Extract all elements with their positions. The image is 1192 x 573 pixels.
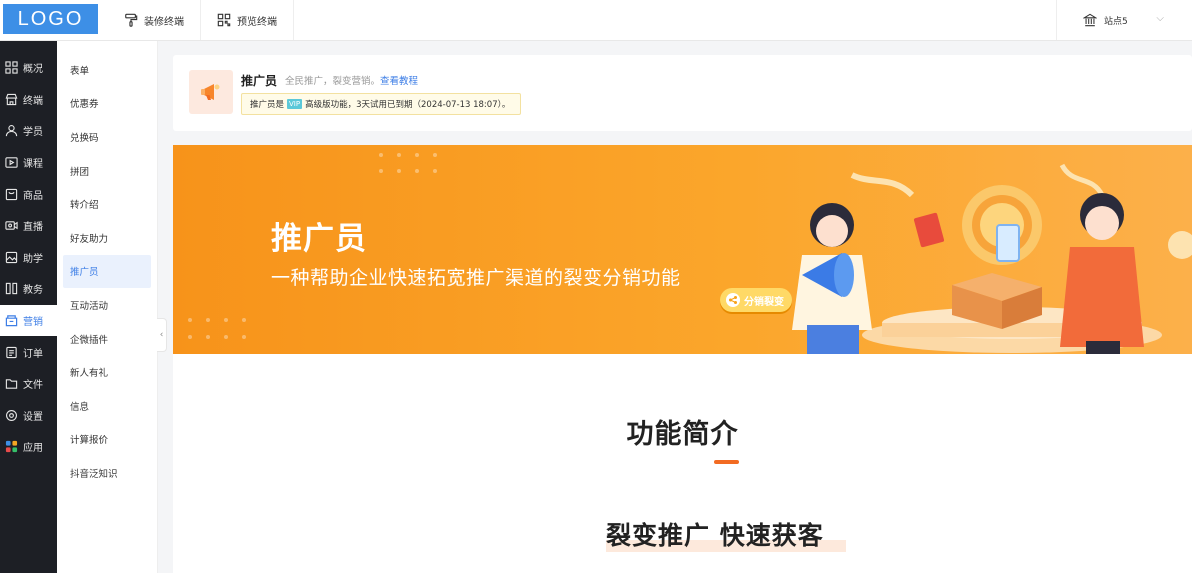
- subnav-item-form[interactable]: 表单: [57, 53, 157, 87]
- trial-expired-notice: 推广员是 VIP 高级版功能，3天试用已到期（2024-07-13 18:07）…: [241, 93, 522, 115]
- section-title-underline: [714, 460, 739, 464]
- bag-icon: [5, 188, 18, 200]
- vip-badge: VIP: [287, 99, 303, 109]
- notice-suffix: 高级版功能，3天试用已到期（2024-07-13 18:07）。: [305, 100, 511, 110]
- promoter-info-card: 推广员 全民推广，裂变营销。查看教程 推广员是 VIP 高级版功能，3天试用已到…: [173, 55, 1192, 131]
- notice-prefix: 推广员是: [250, 100, 285, 110]
- promotion-illustration: [792, 163, 1192, 354]
- site-name: 站点5: [1104, 16, 1128, 27]
- bank-icon: [1083, 13, 1097, 27]
- site-selector[interactable]: 站点5 ⌵: [1056, 0, 1192, 40]
- play-icon: [5, 157, 18, 168]
- subtitle-text: 全民推广，裂变营销。: [285, 76, 381, 87]
- sidebar-item-apps[interactable]: 应用: [0, 431, 57, 463]
- gear-icon: [6, 409, 17, 421]
- megaphone-icon: [201, 84, 220, 100]
- sidebar-item-label: 设置: [23, 411, 43, 423]
- chevron-down-icon: ⌵: [1156, 13, 1164, 24]
- sidebar-item-overview[interactable]: 概况: [0, 52, 57, 84]
- tab-decorate-terminal[interactable]: 装修终端: [108, 0, 201, 40]
- tab-label: 装修终端: [144, 16, 184, 28]
- sidebar-item-label: 助学: [23, 253, 43, 265]
- promoter-banner: 推广员 一种帮助企业快速拓宽推广渠道的裂变分销功能 分销裂变: [173, 145, 1192, 354]
- banner-title: 推广员: [271, 221, 367, 257]
- subnav-item-coupon[interactable]: 优惠券: [57, 87, 157, 121]
- order-icon: [6, 346, 17, 358]
- collapse-subnav-button[interactable]: ‹: [157, 318, 167, 352]
- subnav-item-group-buy[interactable]: 拼团: [57, 154, 157, 188]
- sidebar-item-label: 终端: [23, 95, 43, 107]
- sidebar-item-label: 订单: [23, 348, 43, 360]
- sidebar-item-label: 文件: [23, 380, 43, 392]
- subnav-item-quote[interactable]: 计算报价: [57, 423, 157, 457]
- logo[interactable]: LOGO: [3, 4, 98, 34]
- sidebar-item-marketing[interactable]: 营销: [0, 304, 57, 337]
- book-icon: [5, 283, 18, 295]
- sidebar-item-assist[interactable]: 助学: [0, 242, 57, 274]
- store-icon: [5, 93, 18, 106]
- tab-label: 预览终端: [237, 16, 277, 28]
- slogan: 裂变推广 快速获客: [606, 516, 846, 552]
- grid-icon: [5, 61, 18, 74]
- banner-subtitle: 一种帮助企业快速拓宽推广渠道的裂变分销功能: [271, 267, 681, 289]
- sidebar-item-courses[interactable]: 课程: [0, 147, 57, 179]
- sidebar-item-students[interactable]: 学员: [0, 115, 57, 147]
- sidebar-item-live[interactable]: 直播: [0, 210, 57, 242]
- promoter-app-icon: [189, 70, 233, 114]
- sidebar-item-label: 课程: [23, 159, 43, 171]
- badge-label: 分销裂变: [744, 296, 784, 308]
- section-title: 功能简介: [626, 419, 739, 450]
- sidebar-item-files[interactable]: 文件: [0, 368, 57, 400]
- slogan-text: 裂变推广 快速获客: [606, 521, 824, 550]
- subnav-item-redeem-code[interactable]: 兑换码: [57, 120, 157, 154]
- feature-intro-section: 功能简介 裂变推广 快速获客: [173, 354, 1192, 573]
- tutorial-link[interactable]: 查看教程: [380, 76, 418, 87]
- sidebar-item-academic[interactable]: 教务: [0, 273, 57, 305]
- sidebar-item-settings[interactable]: 设置: [0, 400, 57, 432]
- sidebar-item-label: 概况: [23, 64, 43, 76]
- distribution-badge: 分销裂变: [720, 288, 792, 312]
- marketing-subnav: 表单 优惠券 兑换码 拼团 转介绍 好友助力 推广员 互动活动 企微插件 新人有…: [57, 41, 158, 573]
- qr-code-icon: [217, 13, 231, 27]
- sidebar-item-label: 教务: [23, 285, 43, 297]
- share-icon: [726, 293, 740, 307]
- page-subtitle: 全民推广，裂变营销。查看教程: [285, 73, 418, 87]
- image-icon: [5, 251, 18, 264]
- subnav-item-info[interactable]: 信息: [57, 389, 157, 423]
- page-title: 推广员: [241, 74, 278, 88]
- top-bar: LOGO 装修终端 预览终端 站点5 ⌵: [0, 0, 1192, 41]
- apps-icon: [5, 441, 18, 453]
- subnav-item-wecom-plugin[interactable]: 企微插件: [57, 322, 157, 356]
- sidebar-item-label: 商品: [23, 190, 43, 202]
- subnav-item-friend-assist[interactable]: 好友助力: [57, 221, 157, 255]
- sidebar-item-terminal[interactable]: 终端: [0, 84, 57, 116]
- subnav-item-douyin[interactable]: 抖音泛知识: [57, 456, 157, 490]
- paint-roller-icon: [125, 13, 138, 27]
- folder-icon: [5, 379, 18, 389]
- sidebar-item-label: 直播: [23, 222, 43, 234]
- subnav-item-referral[interactable]: 转介绍: [57, 187, 157, 221]
- sidebar-item-label: 学员: [23, 127, 43, 139]
- marketing-icon: [5, 315, 18, 327]
- sidebar-item-label: 应用: [23, 443, 43, 455]
- sidebar-item-orders[interactable]: 订单: [0, 336, 57, 368]
- subnav-item-newcomer-gift[interactable]: 新人有礼: [57, 355, 157, 389]
- subnav-item-promoter[interactable]: 推广员: [63, 254, 151, 289]
- sidebar-item-label: 营销: [23, 317, 43, 329]
- main-sidebar: 概况 终端 学员 课程 商品 直播 助学 教务 营销 订单 文件 设置 应用: [0, 41, 57, 573]
- camera-icon: [5, 221, 18, 231]
- tab-preview-terminal[interactable]: 预览终端: [201, 0, 294, 40]
- subnav-item-interactive[interactable]: 互动活动: [57, 288, 157, 322]
- users-icon: [5, 125, 18, 137]
- sidebar-item-products[interactable]: 商品: [0, 178, 57, 210]
